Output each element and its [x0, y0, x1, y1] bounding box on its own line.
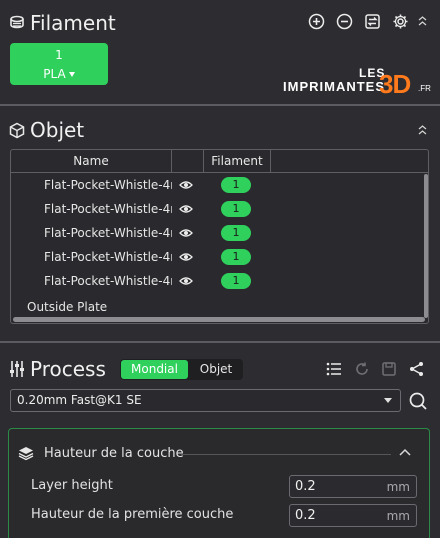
- object-name: Flat-Pocket-Whistle-4mm: [44, 202, 172, 216]
- process-title: Process: [30, 357, 106, 381]
- watermark-imprimantes: IMPRIMANTES: [283, 79, 385, 94]
- layer-height-value: 0.2: [295, 479, 316, 494]
- object-name: Flat-Pocket-Whistle-4mm: [44, 274, 172, 288]
- eye-visibility-icon[interactable]: [179, 228, 193, 238]
- vertical-scrollbar[interactable]: [424, 174, 428, 318]
- settings-gear-icon[interactable]: [392, 13, 410, 31]
- eye-visibility-icon[interactable]: [179, 276, 193, 286]
- cube-icon: [9, 122, 25, 139]
- sliders-icon: [9, 360, 25, 378]
- column-header-name[interactable]: Name: [11, 150, 171, 173]
- filament-badge[interactable]: 1: [221, 201, 251, 217]
- group-title: Hauteur de la couche: [44, 446, 184, 461]
- scope-toggle[interactable]: Mondial Objet: [120, 359, 243, 380]
- object-name: Flat-Pocket-Whistle-4mm: [44, 226, 172, 240]
- object-name: Flat-Pocket-Whistle-4mm: [44, 178, 172, 192]
- preset-value: 0.20mm Fast@K1 SE: [17, 393, 142, 407]
- filament-material-dropdown[interactable]: PLA: [10, 66, 108, 82]
- filament-badge[interactable]: 1: [221, 273, 251, 289]
- layer-height-unit: mm: [386, 480, 410, 494]
- object-list: Name Filament Flat-Pocket-Whistle-4mm1Fl…: [10, 149, 429, 324]
- eye-visibility-icon[interactable]: [179, 180, 193, 190]
- filament-slot-1-button[interactable]: 1 PLA: [10, 43, 108, 85]
- objet-title: Objet: [30, 118, 85, 142]
- first-layer-height-label: Hauteur de la première couche: [31, 507, 234, 522]
- dropdown-caret-icon: [68, 72, 75, 77]
- save-icon[interactable]: [381, 361, 397, 377]
- layer-height-label: Layer height: [31, 478, 113, 493]
- horizontal-scrollbar[interactable]: [13, 317, 425, 322]
- eye-visibility-icon[interactable]: [179, 252, 193, 262]
- process-preset-dropdown[interactable]: 0.20mm Fast@K1 SE: [10, 389, 401, 412]
- collapse-objet-icon[interactable]: [418, 124, 427, 136]
- filament-material-label: PLA: [43, 67, 66, 81]
- group-divider-line: [181, 454, 391, 455]
- layer-height-group: Hauteur de la couche Layer height 0.2 mm…: [8, 428, 430, 538]
- dropdown-caret-icon: [384, 398, 392, 403]
- chevron-up-icon[interactable]: [399, 448, 411, 456]
- filament-badge[interactable]: 1: [221, 177, 251, 193]
- filament-badge[interactable]: 1: [221, 249, 251, 265]
- filament-slot-number: 1: [55, 48, 63, 62]
- section-divider: [0, 341, 440, 343]
- watermark-3d: 3D: [379, 69, 411, 99]
- eye-visibility-icon[interactable]: [179, 204, 193, 214]
- object-name: Flat-Pocket-Whistle-4mm: [44, 250, 172, 264]
- search-icon[interactable]: [408, 391, 428, 411]
- layers-icon: [18, 445, 34, 461]
- filament-title: Filament: [30, 11, 116, 35]
- remove-filament-icon[interactable]: [336, 13, 354, 31]
- column-header-filament[interactable]: Filament: [204, 150, 270, 173]
- column-header-empty: [271, 150, 428, 173]
- filament-spool-icon: [9, 15, 25, 31]
- section-divider: [0, 104, 440, 106]
- list-settings-icon[interactable]: [326, 361, 342, 377]
- add-filament-icon[interactable]: [308, 13, 326, 31]
- first-layer-height-unit: mm: [386, 509, 410, 523]
- column-header-visibility[interactable]: [172, 150, 203, 173]
- table-row[interactable]: Flat-Pocket-Whistle-4mm 1: [11, 174, 428, 198]
- filament-badge[interactable]: 1: [221, 225, 251, 241]
- toggle-mondial[interactable]: Mondial: [121, 360, 188, 379]
- toggle-objet[interactable]: Objet: [189, 359, 243, 380]
- objet-header: Objet: [0, 116, 440, 144]
- first-layer-height-input[interactable]: 0.2 mm: [289, 504, 417, 527]
- table-row[interactable]: Flat-Pocket-Whistle-4mm 1: [11, 198, 428, 222]
- collapse-filament-icon[interactable]: [418, 15, 428, 33]
- table-row[interactable]: Flat-Pocket-Whistle-4mm 1: [11, 222, 428, 246]
- reset-icon[interactable]: [354, 361, 370, 377]
- watermark-fr: .FR: [418, 84, 431, 93]
- table-row[interactable]: Flat-Pocket-Whistle-4mm 1: [11, 270, 428, 294]
- sync-filament-icon[interactable]: [364, 13, 382, 31]
- first-layer-height-value: 0.2: [295, 508, 316, 523]
- table-row[interactable]: Flat-Pocket-Whistle-4mm 1: [11, 246, 428, 270]
- outside-plate-label[interactable]: Outside Plate: [27, 300, 107, 314]
- watermark-logo: LES IMPRIMANTES 3D .FR: [283, 66, 433, 99]
- layer-height-input[interactable]: 0.2 mm: [289, 475, 417, 498]
- share-icon[interactable]: [409, 361, 425, 377]
